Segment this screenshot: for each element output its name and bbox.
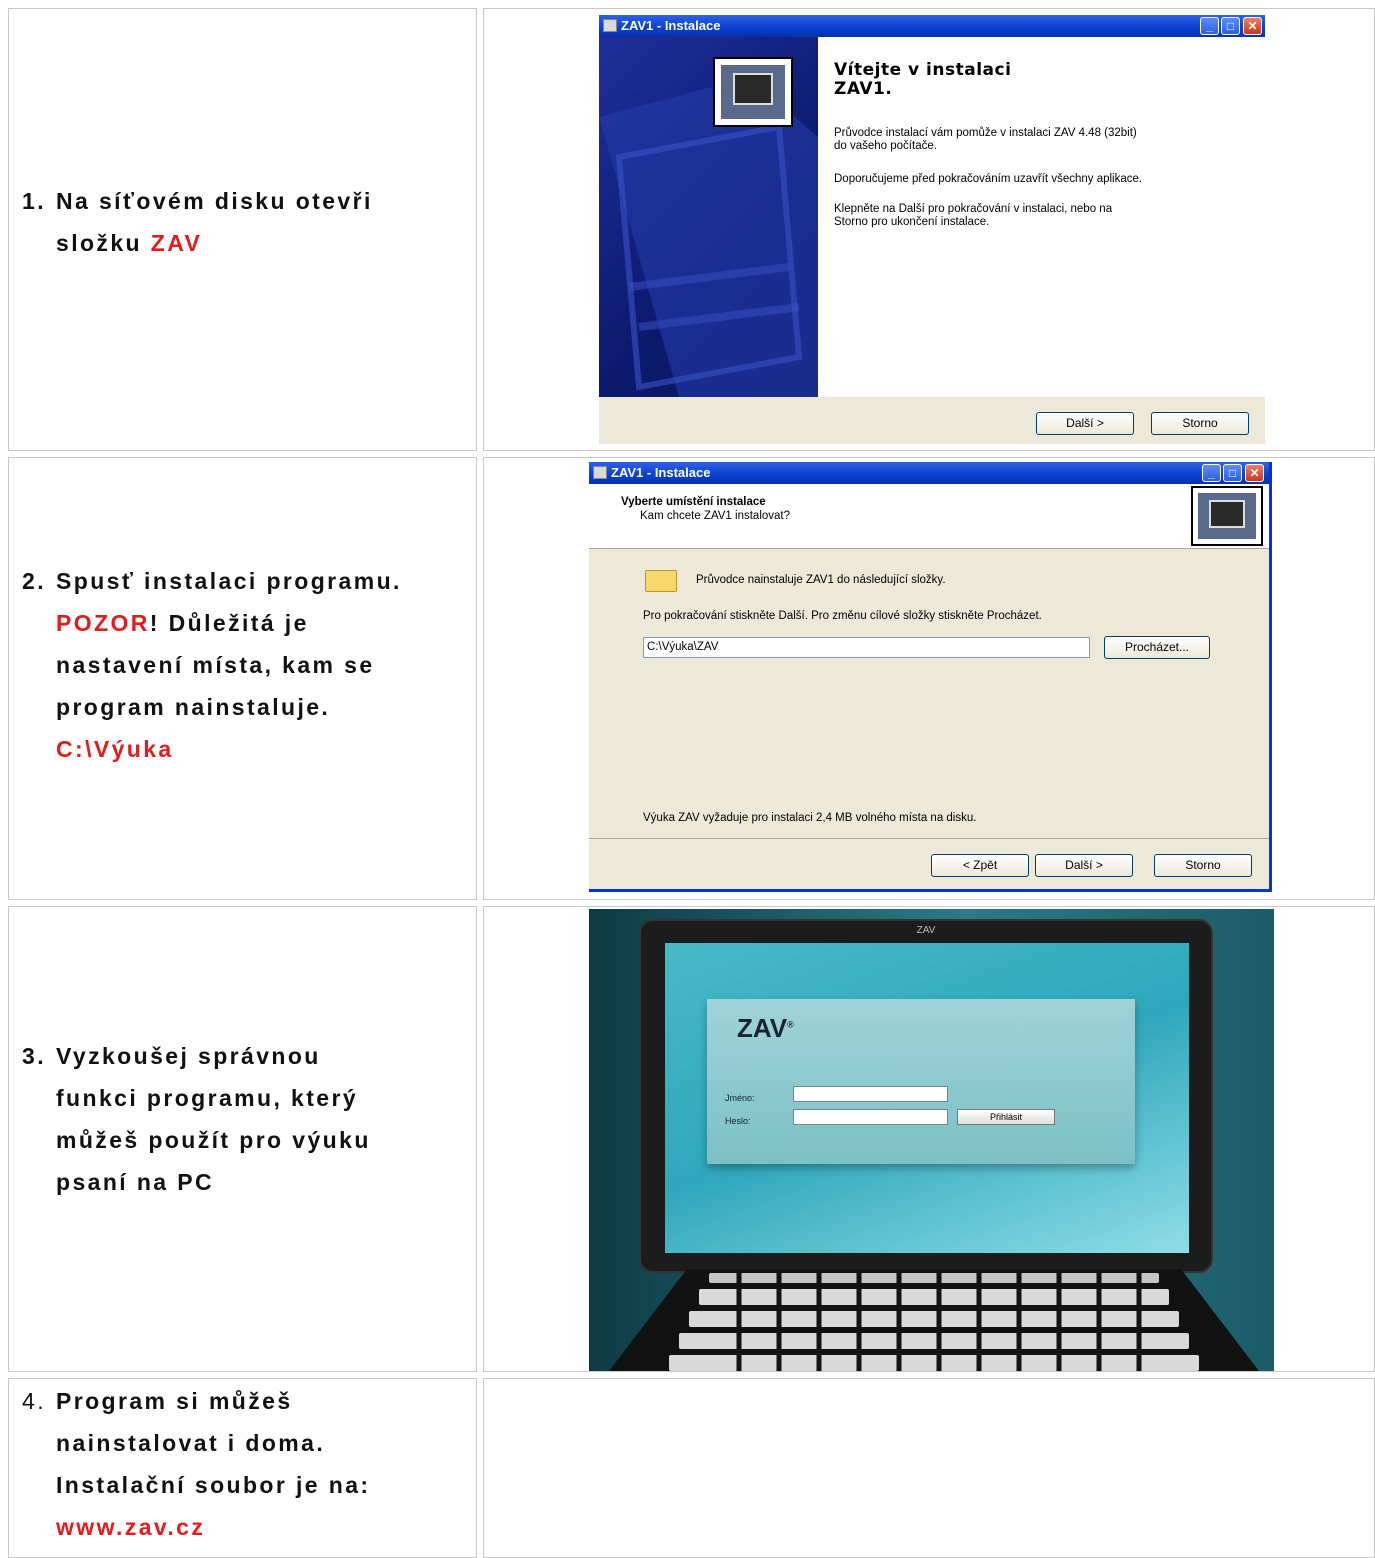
next-button[interactable]: Další > xyxy=(1035,854,1133,877)
website-link[interactable]: www.zav.cz xyxy=(56,1514,205,1540)
step-text: Na síťovém disku otevři xyxy=(56,188,373,214)
wizard-banner-image xyxy=(599,37,818,397)
step-text: nainstalovat i doma. xyxy=(56,1430,326,1456)
disk-space-text: Výuka ZAV vyžaduje pro instalaci 2,4 MB … xyxy=(643,812,977,824)
welcome-heading: Vítejte v instalaci ZAV1. xyxy=(834,60,1012,99)
back-button[interactable]: < Zpět xyxy=(931,854,1029,877)
header-subtitle: Kam chcete ZAV1 instalovat? xyxy=(640,510,790,522)
minimize-button[interactable]: _ xyxy=(1202,464,1221,482)
step-text: psaní na PC xyxy=(56,1169,215,1195)
window-title: ZAV1 - Instalace xyxy=(611,465,711,480)
step-text: ! Důležitá je xyxy=(149,610,309,636)
step-number: 2. xyxy=(22,568,46,594)
step-text: nastavení místa, kam se xyxy=(56,652,375,678)
welcome-paragraph: do vašeho počítače. xyxy=(834,140,937,152)
browse-button[interactable]: Procházet... xyxy=(1104,636,1210,659)
wizard-header: Vyberte umístění instalace Kam chcete ZA… xyxy=(589,484,1269,549)
step-number: 3. xyxy=(22,1043,46,1069)
close-button[interactable]: ✕ xyxy=(1245,464,1264,482)
next-button[interactable]: Další > xyxy=(1036,412,1134,435)
welcome-paragraph: Storno pro ukončení instalace. xyxy=(834,216,990,228)
password-input[interactable] xyxy=(793,1109,948,1125)
step-3: 3. Vyzkoušej správnou funkci programu, k… xyxy=(22,1035,371,1203)
title-bar: ZAV1 - Instalace _ □ ✕ xyxy=(599,15,1265,37)
step-text: můžeš použít pro výuku xyxy=(56,1127,371,1153)
zav-login-screenshot: ZAV ZAV® Jméno: Heslo: Přihlásit xyxy=(589,909,1274,1371)
welcome-paragraph: Klepněte na Další pro pokračování v inst… xyxy=(834,203,1113,215)
password-label: Heslo: xyxy=(725,1116,751,1126)
installer-location-window: ZAV1 - Instalace _ □ ✕ Vyberte umístění … xyxy=(589,462,1272,892)
title-bar: ZAV1 - Instalace _ □ ✕ xyxy=(589,462,1269,484)
step-1: 1. Na síťovém disku otevři složku ZAV xyxy=(22,180,373,264)
login-panel: ZAV® Jméno: Heslo: Přihlásit xyxy=(707,999,1135,1164)
login-button[interactable]: Přihlásit xyxy=(957,1109,1055,1125)
warning-highlight: POZOR xyxy=(56,610,150,636)
maximize-button[interactable]: □ xyxy=(1223,464,1242,482)
cancel-button[interactable]: Storno xyxy=(1154,854,1252,877)
header-title: Vyberte umístění instalace xyxy=(621,496,766,508)
step-4: 4. Program si můžeš nainstalovat i doma.… xyxy=(22,1380,371,1548)
welcome-content: Vítejte v instalaci ZAV1. Průvodce instal… xyxy=(818,37,1265,397)
row4-right-cell xyxy=(483,1378,1375,1558)
installer-welcome-window: ZAV1 - Instalace _ □ ✕ Vítejte v instala… xyxy=(599,15,1265,444)
step-number: 4. xyxy=(22,1388,46,1414)
setup-computer-icon xyxy=(713,57,793,127)
setup-computer-icon xyxy=(1191,486,1263,546)
step-text: složku xyxy=(56,230,151,256)
step-text: funkci programu, který xyxy=(56,1085,359,1111)
name-label: Jméno: xyxy=(725,1093,755,1103)
step-text: Spusť instalaci programu. xyxy=(56,568,402,594)
step-text: Vyzkoušej správnou xyxy=(56,1043,321,1069)
laptop-screen: ZAV® Jméno: Heslo: Přihlásit xyxy=(665,943,1189,1253)
zav-logo: ZAV® xyxy=(737,1013,794,1043)
close-button[interactable]: ✕ xyxy=(1243,17,1262,35)
step-number: 1. xyxy=(22,188,46,214)
installer-icon xyxy=(603,19,617,32)
laptop-screen-title: ZAV xyxy=(916,925,936,936)
installer-icon xyxy=(593,466,607,479)
minimize-button[interactable]: _ xyxy=(1200,17,1219,35)
step-text: Program si můžeš xyxy=(56,1388,293,1414)
path-highlight: C:\Výuka xyxy=(56,736,174,762)
step-text: program nainstaluje. xyxy=(56,694,331,720)
install-path-input[interactable]: C:\Výuka\ZAV xyxy=(643,637,1090,658)
name-input[interactable] xyxy=(793,1086,948,1102)
laptop-bezel: ZAV ZAV® Jméno: Heslo: Přihlásit xyxy=(639,919,1213,1273)
laptop-keyboard xyxy=(609,1269,1259,1371)
folder-name-highlight: ZAV xyxy=(150,230,203,256)
instruction-text: Pro pokračování stiskněte Další. Pro změ… xyxy=(643,610,1042,622)
info-text: Průvodce nainstaluje ZAV1 do následující… xyxy=(696,574,946,586)
welcome-paragraph: Doporučujeme před pokračováním uzavřít v… xyxy=(834,173,1143,185)
cancel-button[interactable]: Storno xyxy=(1151,412,1249,435)
welcome-paragraph: Průvodce instalací vám pomůže v instalac… xyxy=(834,127,1137,139)
window-title: ZAV1 - Instalace xyxy=(621,18,721,33)
step-text: Instalační soubor je na: xyxy=(56,1472,371,1498)
folder-icon xyxy=(645,570,677,592)
step-2: 2. Spusť instalaci programu. POZOR! Důle… xyxy=(22,560,402,770)
maximize-button[interactable]: □ xyxy=(1221,17,1240,35)
